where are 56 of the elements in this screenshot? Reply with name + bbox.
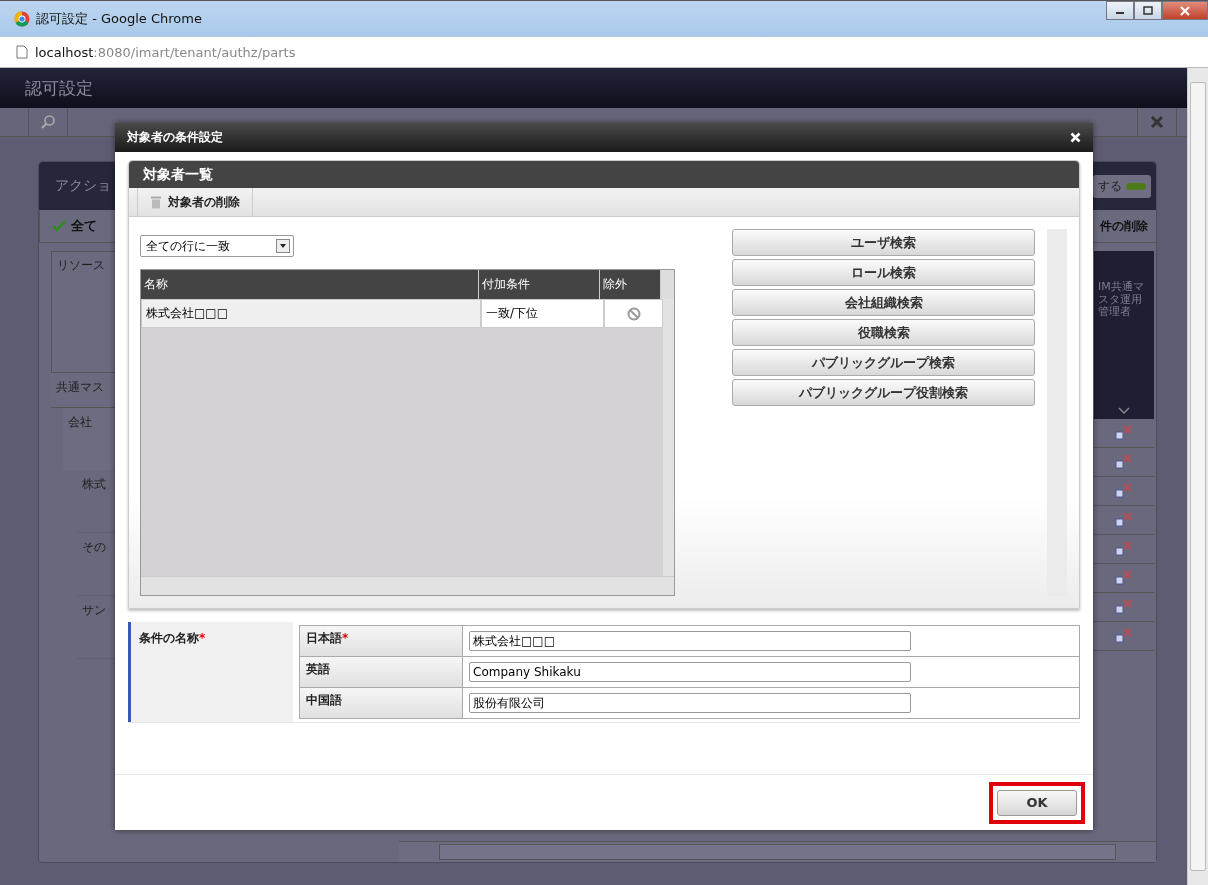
search-icon	[40, 114, 56, 130]
column-header: 名称	[141, 270, 479, 299]
panel-title: アクショ	[55, 177, 111, 195]
edit-delete-icon[interactable]	[1115, 570, 1133, 586]
vertical-scrollbar[interactable]	[663, 299, 674, 576]
column-header: 付加条件	[479, 270, 600, 299]
match-dropdown[interactable]: 全ての行に一致	[140, 235, 294, 257]
address-url[interactable]: localhost:8080/imart/tenant/authz/parts	[35, 44, 296, 60]
edit-delete-icon[interactable]	[1115, 454, 1133, 470]
chevron-down-icon[interactable]	[1118, 407, 1130, 415]
close-icon	[1150, 115, 1164, 129]
window-title: 認可設定 - Google Chrome	[36, 10, 202, 28]
edit-delete-icon[interactable]	[1115, 628, 1133, 644]
trash-icon	[150, 195, 162, 209]
input-field[interactable]: 股份有限公司	[469, 693, 911, 713]
close-button[interactable]	[1068, 130, 1083, 145]
delete-button[interactable]: 対象者の削除	[137, 188, 253, 216]
column-header: 除外	[600, 270, 661, 299]
language-label: 中国語	[300, 688, 463, 718]
browser-logo-icon	[14, 11, 30, 27]
search-button[interactable]: パブリックグループ検索	[732, 349, 1036, 376]
search-button[interactable]	[28, 108, 68, 136]
edit-delete-icon[interactable]	[1115, 541, 1133, 557]
exclude-icon[interactable]	[626, 306, 641, 321]
maximize-icon	[1143, 5, 1153, 16]
maximize-button[interactable]	[1134, 1, 1162, 20]
language-label: 日本語*	[300, 626, 463, 656]
toolbar-button[interactable]: 全て	[39, 210, 109, 242]
edit-delete-icon[interactable]	[1115, 512, 1133, 528]
input-field[interactable]: Company Shikaku	[469, 662, 911, 682]
caret-icon	[276, 239, 290, 253]
field-label: 条件の名称*	[128, 622, 293, 722]
edit-delete-icon[interactable]	[1115, 599, 1133, 615]
table-cell: 株式会社□□□	[141, 299, 481, 328]
vertical-scrollbar[interactable]	[1187, 68, 1208, 885]
page-title: 認可設定	[25, 76, 93, 100]
page-icon	[16, 45, 28, 59]
minimize-button[interactable]	[1106, 1, 1134, 20]
search-button[interactable]: ロール検索	[732, 259, 1036, 286]
search-button[interactable]: ユーザ検索	[732, 229, 1036, 256]
edit-delete-icon[interactable]	[1115, 425, 1133, 441]
check-icon	[52, 220, 66, 232]
search-button[interactable]: パブリックグループ役割検索	[732, 379, 1036, 406]
search-button[interactable]: 会社組織検索	[732, 289, 1036, 316]
input-field[interactable]: 株式会社□□□	[469, 631, 911, 651]
language-label: 英語	[300, 657, 463, 687]
horizontal-scrollbar[interactable]	[399, 841, 1156, 862]
column-header: IM共通マスタ運用管理者	[1094, 251, 1154, 419]
edit-delete-icon[interactable]	[1115, 483, 1133, 499]
section-title: 対象者一覧	[143, 165, 213, 184]
table-cell: 一致/下位	[481, 299, 604, 328]
close-icon	[1179, 5, 1191, 16]
search-button[interactable]: 役職検索	[732, 319, 1036, 346]
dialog-title: 対象者の条件設定	[127, 129, 223, 146]
ok-button[interactable]: OK	[997, 789, 1077, 816]
minimize-icon	[1116, 12, 1124, 14]
